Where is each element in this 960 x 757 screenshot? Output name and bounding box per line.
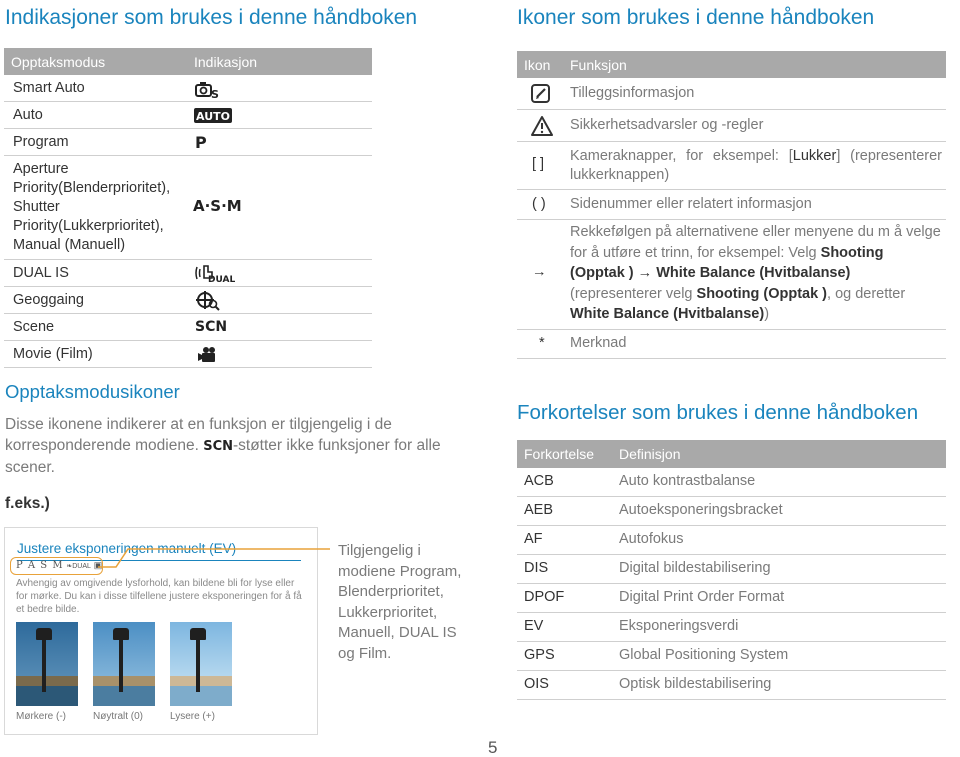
function-text: Kameraknapper, for eksempel: [Lukker] (r…	[570, 148, 942, 183]
function-text: Rekkefølgen på alternativene eller menye…	[570, 224, 941, 322]
svg-text:S: S	[211, 88, 219, 99]
mode-name: DUAL IS	[13, 265, 69, 281]
caption-neutral: Nøytralt (0)	[93, 711, 143, 722]
asm-icon: A·S·M	[193, 197, 242, 215]
bracket-symbol: [ ]	[532, 156, 545, 172]
function-text: Sidenummer eller relatert informasjon	[570, 196, 812, 212]
mode-icons-heading: Opptaksmodusikoner	[5, 381, 180, 402]
abbr-row: AEB Autoeksponeringsbracket	[517, 497, 946, 526]
mode-row-auto: Auto AUTO	[4, 102, 372, 129]
program-icon: P	[195, 133, 207, 152]
header-icon: Ikon	[524, 57, 551, 73]
abbr-row: DIS Digital bildestabilisering	[517, 555, 946, 584]
paren-symbol: ( )	[532, 196, 546, 212]
svg-text:DUAL: DUAL	[208, 275, 235, 283]
svg-text:AUTO: AUTO	[196, 110, 230, 123]
abbr-row: DPOF Digital Print Order Format	[517, 584, 946, 613]
header-function: Funksjon	[570, 57, 627, 73]
example-text: Avhengig av omgivende lysforhold, kan bi…	[16, 578, 302, 615]
scene-icon: SCN	[195, 319, 228, 335]
asterisk-symbol: *	[539, 335, 545, 351]
dual-is-mini-icon: ❧DUAL	[66, 563, 91, 570]
photo-darker	[16, 622, 78, 706]
scene-icon: SCN	[203, 439, 233, 454]
smart-auto-icon: S	[195, 82, 219, 99]
movie-icon	[198, 347, 215, 362]
function-text: Sikkerhetsadvarsler og -regler	[570, 117, 764, 133]
icon-row-sequence: → Rekkefølgen på alternativene eller men…	[517, 220, 946, 330]
header-indication: Indikasjon	[194, 54, 258, 70]
mode-name: Movie (Film)	[13, 346, 93, 362]
mode-name: Program	[13, 134, 69, 150]
icon-row-buttons: [ ] Kameraknapper, for eksempel: [Lukker…	[517, 142, 946, 190]
function-text: Tilleggsinformasjon	[570, 85, 695, 101]
mode-row-dual-is: DUAL IS DUAL	[4, 260, 372, 287]
mode-row-scene: Scene SCN	[4, 314, 372, 341]
function-text: Merknad	[570, 335, 627, 351]
callout-text: Tilgjengelig i modiene Program, Blenderp…	[338, 542, 462, 662]
example-modes-text: P A S M	[16, 560, 64, 571]
icon-row-page-ref: ( ) Sidenummer eller relatert informasjo…	[517, 190, 946, 220]
abbr-row: EV Eksponeringsverdi	[517, 613, 946, 642]
icon-row-note-asterisk: * Merknad	[517, 330, 946, 359]
caption-darker: Mørkere (-)	[16, 711, 66, 722]
note-icon	[531, 84, 550, 103]
warning-icon	[531, 116, 553, 136]
header-abbreviation: Forkortelse	[524, 446, 595, 462]
icon-row-warning: Sikkerhetsadvarsler og -regler	[517, 110, 946, 142]
auto-icon: AUTO	[194, 108, 232, 123]
photo-neutral	[93, 622, 155, 706]
abbr-row: GPS Global Positioning System	[517, 642, 946, 671]
dual-is-icon: DUAL	[195, 265, 235, 283]
mode-name: Aperture Priority(Blenderprioritet), Shu…	[13, 161, 171, 253]
mode-row-smart-auto: Smart Auto S	[4, 75, 372, 102]
arrow-symbol: →	[532, 264, 547, 280]
page-title-right: Ikoner som brukes i denne håndboken	[517, 6, 875, 29]
photo-brighter	[170, 622, 232, 706]
abbr-row: ACB Auto kontrastbalanse	[517, 468, 946, 497]
icons-table-header: Ikon Funksjon	[517, 51, 946, 78]
mode-name: Auto	[13, 107, 43, 123]
mode-row-program: Program P	[4, 129, 372, 156]
modes-table-header: Opptaksmodus Indikasjon	[4, 48, 372, 75]
page-number: 5	[488, 738, 498, 757]
page-title-left: Indikasjoner som brukes i denne håndboke…	[5, 6, 418, 29]
abbr-table-header: Forkortelse Definisjon	[517, 440, 946, 468]
caption-brighter: Lysere (+)	[170, 711, 215, 722]
example-label: f.eks.)	[5, 495, 50, 512]
example-modes: P A S M ❧DUAL ▣	[16, 560, 102, 571]
mode-row-geotagging: Geoggaing	[4, 287, 372, 314]
header-mode: Opptaksmodus	[11, 54, 106, 70]
abbr-row: OIS Optisk bildestabilisering	[517, 671, 946, 700]
header-definition: Definisjon	[619, 446, 681, 462]
mode-icons-description: Disse ikonene indikerer at en funksjon e…	[5, 414, 453, 478]
abbr-row: AF Autofokus	[517, 526, 946, 555]
mode-row-asm: Aperture Priority(Blenderprioritet), Shu…	[4, 156, 372, 260]
mode-name: Smart Auto	[13, 80, 85, 96]
geotagging-icon	[196, 291, 220, 311]
mode-name: Scene	[13, 319, 55, 335]
abbreviations-heading: Forkortelser som brukes i denne håndboke…	[517, 401, 919, 424]
mode-row-movie: Movie (Film)	[4, 341, 372, 368]
mode-name: Geoggaing	[13, 292, 84, 308]
icon-row-note: Tilleggsinformasjon	[517, 78, 946, 110]
callout-connector	[98, 548, 330, 568]
